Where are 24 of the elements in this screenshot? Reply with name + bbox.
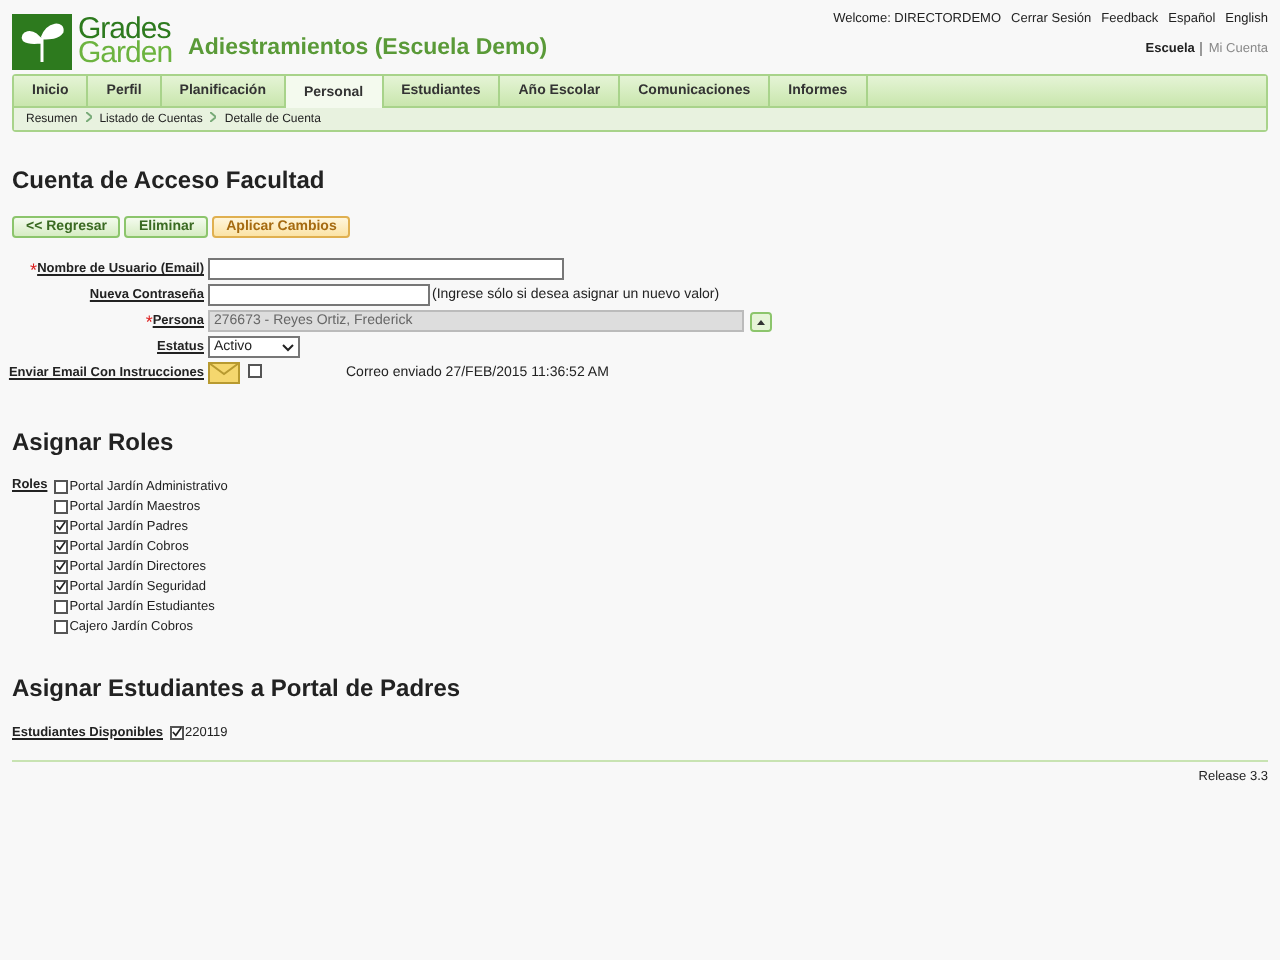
checkbox[interactable] bbox=[169, 725, 183, 739]
expand-button[interactable] bbox=[750, 311, 772, 331]
logo-text: Garden bbox=[78, 42, 173, 66]
checkbox[interactable] bbox=[53, 619, 68, 633]
school-title: Adiestramientos (Escuela Demo) bbox=[188, 36, 548, 60]
caret-icon bbox=[282, 343, 294, 351]
breadcrumb-separator-icon bbox=[85, 112, 92, 126]
page-title: Cuenta de Acceso Facultad bbox=[12, 166, 327, 194]
checkbox[interactable] bbox=[53, 579, 68, 593]
checkbox[interactable] bbox=[53, 519, 68, 533]
section-title: Asignar Estudiantes a Portal de Padres bbox=[12, 674, 463, 702]
checkbox[interactable] bbox=[53, 499, 68, 513]
breadcrumb-separator-icon bbox=[210, 112, 217, 126]
input-field[interactable] bbox=[208, 258, 564, 280]
required-mark: * bbox=[30, 263, 38, 275]
input-field[interactable] bbox=[208, 284, 430, 306]
checkbox[interactable] bbox=[53, 559, 68, 573]
checkbox[interactable] bbox=[53, 479, 68, 493]
checkbox[interactable] bbox=[248, 363, 262, 377]
logo-text: Grades bbox=[78, 18, 171, 42]
checkbox[interactable] bbox=[53, 599, 68, 613]
required-mark: * bbox=[145, 315, 153, 327]
section-title: Asignar Roles bbox=[12, 428, 176, 456]
checkbox[interactable] bbox=[53, 539, 68, 553]
